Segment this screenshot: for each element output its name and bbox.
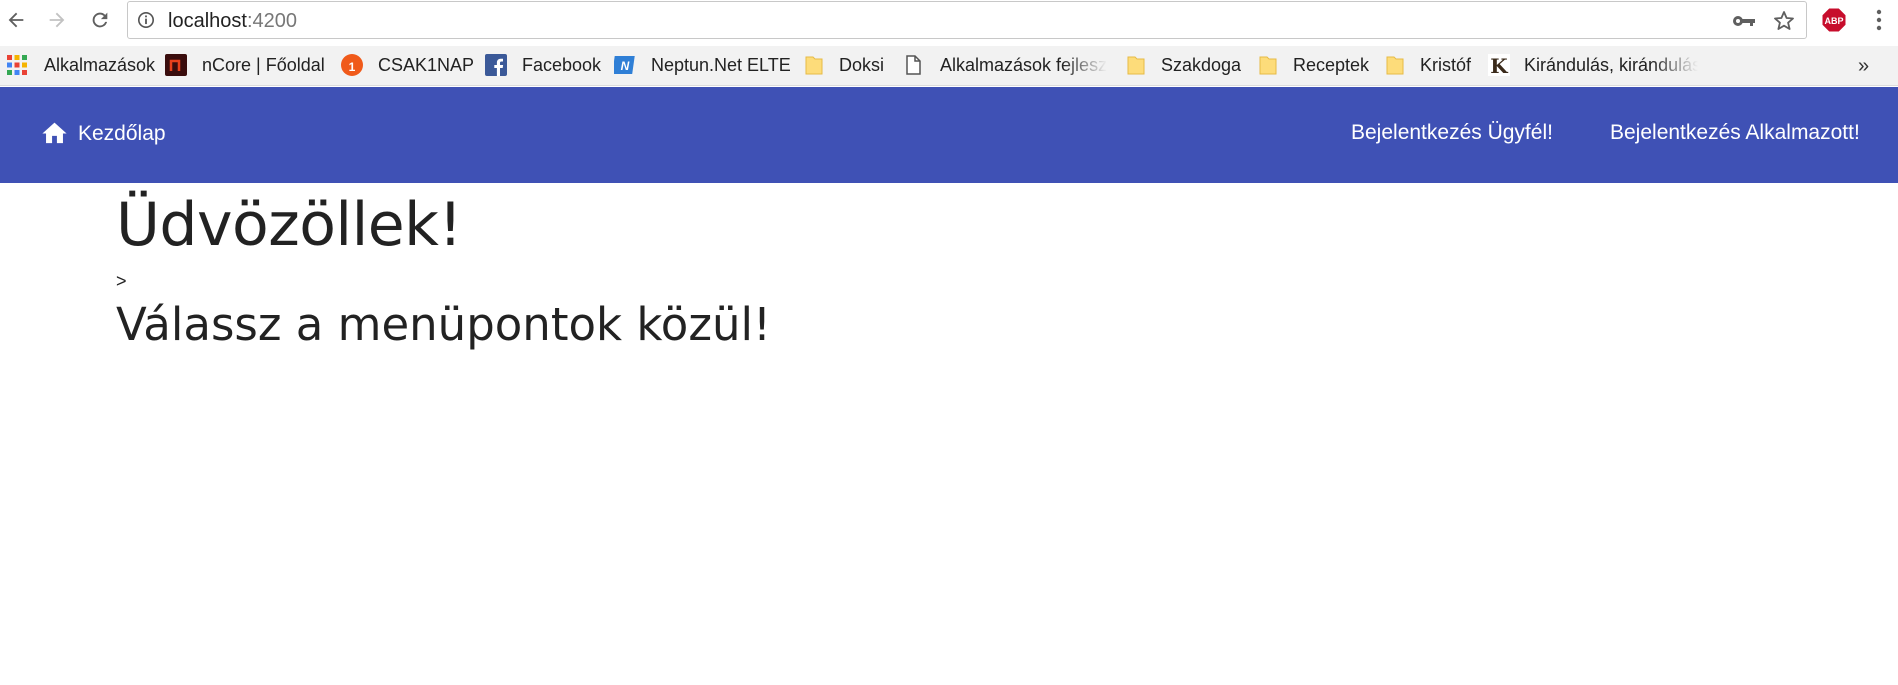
bookmark-ncore[interactable]: nCore | Főoldal: [165, 46, 325, 84]
svg-text:N: N: [621, 59, 630, 73]
star-icon[interactable]: [1772, 9, 1796, 33]
address-bar[interactable]: localhost:4200: [127, 1, 1807, 39]
url-text[interactable]: localhost:4200: [168, 10, 297, 33]
forward-button[interactable]: [45, 8, 69, 32]
login-employee-link[interactable]: Bejelentkezés Alkalmazott!: [1610, 121, 1860, 145]
back-button[interactable]: [4, 8, 28, 32]
folder-icon: [1257, 54, 1279, 76]
bookmark-szakdoga[interactable]: Szakdoga: [1125, 46, 1241, 84]
bookmark-neptun[interactable]: N Neptun.Net ELTE: [614, 46, 791, 84]
reload-button[interactable]: [88, 8, 112, 32]
login-customer-link[interactable]: Bejelentkezés Ügyfél!: [1351, 121, 1553, 145]
folder-icon: [803, 54, 825, 76]
bookmark-label: Facebook: [522, 54, 602, 75]
bookmark-label: Receptek: [1293, 54, 1370, 75]
arrow-right-icon: [49, 12, 65, 28]
key-icon[interactable]: [1732, 12, 1756, 30]
more-vert-icon[interactable]: [1874, 9, 1884, 31]
arrow-left-icon: [8, 12, 24, 28]
home-icon: [42, 122, 67, 144]
bookmark-label: Kristóf: [1420, 54, 1472, 75]
url-host: localhost: [168, 10, 247, 32]
home-link[interactable]: Kezdőlap: [40, 119, 166, 148]
bookmarks-bar: Alkalmazások nCore | Főoldal 1 CSAK1NAP …: [0, 46, 1898, 86]
bookmark-facebook[interactable]: Facebook: [485, 46, 601, 84]
main-content: Üdvözöllek! > Válassz a menüpontok közül…: [116, 183, 771, 355]
svg-text:1: 1: [349, 60, 356, 74]
page-subtitle: Válassz a menüpontok közül!: [116, 298, 772, 351]
facebook-icon: [485, 54, 507, 76]
svg-text:ABP: ABP: [1824, 16, 1843, 26]
folder-icon: [1125, 54, 1147, 76]
info-icon[interactable]: [137, 11, 155, 29]
bookmark-label: CSAK1NAP: [378, 54, 475, 75]
bookmark-label: Kirándulás, kirándulás: [1524, 54, 1698, 75]
bookmark-receptek[interactable]: Receptek: [1257, 46, 1369, 84]
svg-text:K: K: [1490, 54, 1508, 76]
page-icon: [902, 54, 924, 76]
page-title: Üdvözöllek!: [116, 190, 462, 260]
app-header: Kezdőlap Bejelentkezés Ügyfél! Bejelentk…: [0, 87, 1898, 183]
adblock-plus-icon[interactable]: ABP: [1821, 7, 1847, 33]
neptun-icon: N: [614, 54, 636, 76]
kirandulas-icon: K: [1488, 54, 1510, 76]
home-label: Kezdőlap: [78, 121, 166, 145]
folder-icon: [1384, 54, 1406, 76]
bookmark-label: Szakdoga: [1161, 54, 1242, 75]
bookmark-label: Doksi: [839, 54, 885, 75]
ncore-icon: [165, 54, 187, 76]
bookmark-kristof[interactable]: Kristóf: [1384, 46, 1471, 84]
browser-toolbar: localhost:4200 ABP: [0, 0, 1898, 40]
bookmark-csak1nap[interactable]: 1 CSAK1NAP: [341, 46, 474, 84]
bookmark-label: Alkalmazások fejleszté: [940, 54, 1107, 75]
url-port: :4200: [246, 10, 297, 32]
bookmark-kirandulas[interactable]: K Kirándulás, kirándulás: [1488, 46, 1698, 84]
csak1nap-icon: 1: [341, 54, 363, 76]
bookmarks-overflow-button[interactable]: »: [1858, 55, 1869, 78]
bookmark-doksi[interactable]: Doksi: [803, 46, 884, 84]
bookmark-label: nCore | Főoldal: [202, 54, 325, 75]
reload-icon: [92, 12, 108, 28]
marker-text: >: [116, 271, 127, 291]
bookmark-label: Neptun.Net ELTE: [651, 54, 791, 75]
bookmark-alkalmazasok-fejlesztese[interactable]: Alkalmazások fejleszté: [902, 46, 1107, 84]
apps-grid-icon: [6, 54, 28, 76]
bookmark-alkalmazasok[interactable]: Alkalmazások: [6, 46, 155, 84]
bookmark-label: Alkalmazások: [44, 54, 156, 75]
